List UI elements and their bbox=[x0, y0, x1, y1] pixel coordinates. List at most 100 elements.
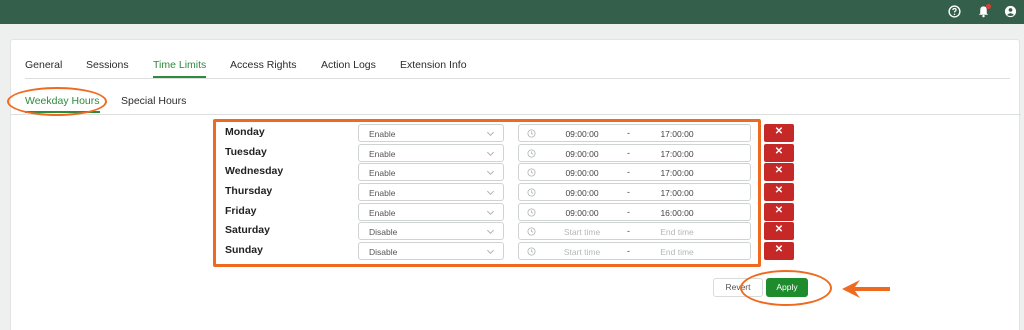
status-select[interactable]: Enable bbox=[358, 203, 504, 221]
day-label: Sunday bbox=[225, 244, 263, 256]
time-range-input[interactable]: 09:00:00 - 17:00:00 bbox=[518, 183, 751, 201]
end-time: 17:00:00 bbox=[660, 168, 694, 178]
schedule-row-sunday: Sunday Disable Start time - End time ✕ bbox=[0, 242, 1024, 260]
chevron-down-icon bbox=[486, 151, 495, 157]
status-value: Disable bbox=[369, 227, 398, 237]
start-time: 09:00:00 bbox=[565, 188, 599, 198]
time-range-input[interactable]: 09:00:00 - 16:00:00 bbox=[518, 203, 751, 221]
clock-icon bbox=[527, 227, 536, 236]
subtab-special-hours[interactable]: Special Hours bbox=[121, 95, 186, 107]
close-icon: ✕ bbox=[774, 224, 784, 235]
schedule-row-monday: Monday Enable 09:00:00 - 17:00:00 ✕ bbox=[0, 124, 1024, 142]
close-icon: ✕ bbox=[774, 165, 784, 176]
status-value: Enable bbox=[369, 149, 396, 159]
delete-button[interactable]: ✕ bbox=[764, 203, 794, 221]
close-icon: ✕ bbox=[774, 205, 784, 216]
time-range-input[interactable]: Start time - End time bbox=[518, 242, 751, 260]
tab-access-rights[interactable]: Access Rights bbox=[230, 59, 297, 71]
tab-time-limits[interactable]: Time Limits bbox=[153, 59, 207, 78]
day-label: Monday bbox=[225, 126, 265, 138]
clock-icon bbox=[527, 149, 536, 158]
status-value: Disable bbox=[369, 247, 398, 257]
status-select[interactable]: Disable bbox=[358, 222, 504, 240]
status-select[interactable]: Enable bbox=[358, 144, 504, 162]
end-time: 16:00:00 bbox=[660, 208, 694, 218]
end-time-placeholder: End time bbox=[660, 247, 694, 257]
arrow-left-icon bbox=[842, 280, 890, 298]
status-value: Enable bbox=[369, 208, 396, 218]
time-separator: - bbox=[627, 226, 630, 236]
day-label: Thursday bbox=[225, 185, 273, 197]
schedule-row-saturday: Saturday Disable Start time - End time ✕ bbox=[0, 222, 1024, 240]
day-label: Tuesday bbox=[225, 146, 267, 158]
time-range-input[interactable]: 09:00:00 - 17:00:00 bbox=[518, 163, 751, 181]
chevron-down-icon bbox=[486, 249, 495, 255]
tab-action-logs[interactable]: Action Logs bbox=[321, 59, 376, 71]
schedule-row-thursday: Thursday Enable 09:00:00 - 17:00:00 ✕ bbox=[0, 183, 1024, 201]
end-time: 17:00:00 bbox=[660, 188, 694, 198]
start-time-placeholder: Start time bbox=[563, 247, 601, 257]
delete-button[interactable]: ✕ bbox=[764, 163, 794, 181]
notification-badge bbox=[986, 4, 991, 9]
delete-button[interactable]: ✕ bbox=[764, 222, 794, 240]
clock-icon bbox=[527, 247, 536, 256]
chevron-down-icon bbox=[486, 190, 495, 196]
status-value: Enable bbox=[369, 168, 396, 178]
day-label: Friday bbox=[225, 205, 257, 217]
chevron-down-icon bbox=[486, 131, 495, 137]
close-icon: ✕ bbox=[774, 146, 784, 157]
day-label: Wednesday bbox=[225, 165, 284, 177]
chevron-down-icon bbox=[486, 229, 495, 235]
delete-button[interactable]: ✕ bbox=[764, 144, 794, 162]
status-select[interactable]: Disable bbox=[358, 242, 504, 260]
clock-icon bbox=[527, 188, 536, 197]
chevron-down-icon bbox=[486, 170, 495, 176]
time-separator: - bbox=[627, 207, 630, 217]
end-time: 17:00:00 bbox=[660, 129, 694, 139]
weekday-hours-annotation-circle bbox=[7, 87, 107, 116]
schedule-row-wednesday: Wednesday Enable 09:00:00 - 17:00:00 ✕ bbox=[0, 163, 1024, 181]
close-icon: ✕ bbox=[774, 126, 784, 137]
status-value: Enable bbox=[369, 129, 396, 139]
apply-annotation-circle bbox=[740, 270, 832, 306]
close-icon: ✕ bbox=[774, 185, 784, 196]
time-separator: - bbox=[627, 148, 630, 158]
day-label: Saturday bbox=[225, 224, 270, 236]
top-bar bbox=[0, 0, 1024, 24]
delete-button[interactable]: ✕ bbox=[764, 242, 794, 260]
time-separator: - bbox=[627, 128, 630, 138]
start-time: 09:00:00 bbox=[565, 129, 599, 139]
time-range-input[interactable]: Start time - End time bbox=[518, 222, 751, 240]
time-range-input[interactable]: 09:00:00 - 17:00:00 bbox=[518, 144, 751, 162]
time-separator: - bbox=[627, 187, 630, 197]
clock-icon bbox=[527, 129, 536, 138]
start-time: 09:00:00 bbox=[565, 208, 599, 218]
sub-tabs: Weekday Hours Special Hours bbox=[11, 92, 1021, 115]
schedule-row-friday: Friday Enable 09:00:00 - 16:00:00 ✕ bbox=[0, 203, 1024, 221]
time-separator: - bbox=[627, 246, 630, 256]
status-value: Enable bbox=[369, 188, 396, 198]
status-select[interactable]: Enable bbox=[358, 163, 504, 181]
start-time: 09:00:00 bbox=[565, 149, 599, 159]
end-time: 17:00:00 bbox=[660, 149, 694, 159]
status-select[interactable]: Enable bbox=[358, 124, 504, 142]
tab-general[interactable]: General bbox=[25, 59, 62, 71]
tab-extension-info[interactable]: Extension Info bbox=[400, 59, 467, 71]
close-icon: ✕ bbox=[774, 244, 784, 255]
status-select[interactable]: Enable bbox=[358, 183, 504, 201]
time-range-input[interactable]: 09:00:00 - 17:00:00 bbox=[518, 124, 751, 142]
delete-button[interactable]: ✕ bbox=[764, 124, 794, 142]
end-time-placeholder: End time bbox=[660, 227, 694, 237]
main-tabs: General Sessions Time Limits Access Righ… bbox=[25, 59, 1010, 79]
help-circle-icon[interactable] bbox=[948, 5, 961, 18]
user-account-icon[interactable] bbox=[1004, 5, 1017, 18]
chevron-down-icon bbox=[486, 210, 495, 216]
tab-sessions[interactable]: Sessions bbox=[86, 59, 129, 71]
start-time: 09:00:00 bbox=[565, 168, 599, 178]
time-separator: - bbox=[627, 167, 630, 177]
delete-button[interactable]: ✕ bbox=[764, 183, 794, 201]
schedule-row-tuesday: Tuesday Enable 09:00:00 - 17:00:00 ✕ bbox=[0, 144, 1024, 162]
start-time-placeholder: Start time bbox=[563, 227, 601, 237]
clock-icon bbox=[527, 208, 536, 217]
clock-icon bbox=[527, 168, 536, 177]
